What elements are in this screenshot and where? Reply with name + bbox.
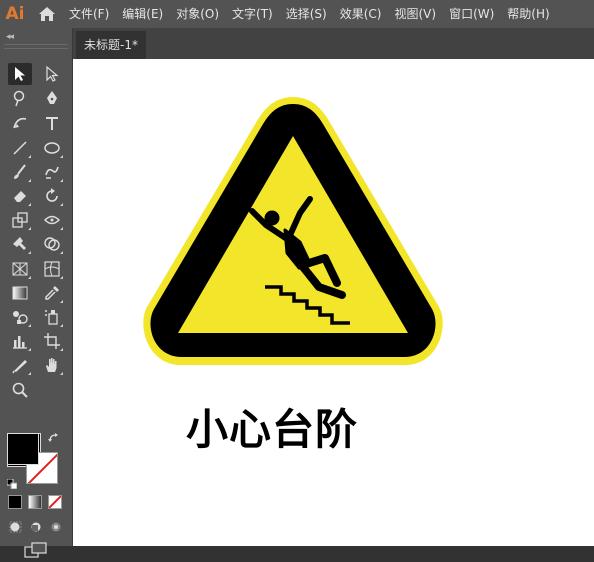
artboard-tool-icon[interactable] (40, 330, 64, 352)
menu-view[interactable]: 视图(V) (389, 0, 444, 28)
perspective-grid-tool-icon[interactable] (8, 258, 32, 280)
column-graph-tool-icon[interactable] (8, 330, 32, 352)
direct-selection-tool-icon[interactable] (40, 63, 64, 85)
rotate-tool-icon[interactable] (40, 185, 64, 207)
shape-builder-tool-icon[interactable] (40, 233, 64, 255)
color-mode-button[interactable] (8, 495, 22, 509)
mesh-tool-icon[interactable] (40, 258, 64, 280)
tools-panel: ◂◂ (0, 28, 73, 558)
menu-type[interactable]: 文字(T) (227, 0, 281, 28)
width-tool-icon[interactable] (40, 209, 64, 231)
menu-window[interactable]: 窗口(W) (444, 0, 502, 28)
draw-normal-icon[interactable] (8, 520, 24, 534)
draw-inside-icon[interactable] (48, 520, 64, 534)
slice-tool-icon[interactable] (8, 354, 32, 376)
symbol-sprayer-tool-icon[interactable] (40, 306, 64, 328)
zoom-tool-icon[interactable] (8, 379, 32, 401)
artboard-canvas[interactable]: 小心台阶 (73, 59, 594, 546)
slippery-steps-warning-sign[interactable] (139, 93, 447, 369)
gradient-mode-button[interactable] (28, 495, 42, 509)
document-tab-bar: 未标题-1* (73, 28, 594, 59)
menu-object[interactable]: 对象(O) (171, 0, 227, 28)
menu-bar: Ai 文件(F) 编辑(E) 对象(O) 文字(T) 选择(S) 效果(C) 视… (0, 0, 594, 28)
document-tab[interactable]: 未标题-1* (76, 31, 146, 59)
collapse-panel-icon[interactable]: ◂◂ (6, 32, 14, 42)
eyedropper-tool-icon[interactable] (40, 282, 64, 304)
swap-fill-stroke-icon[interactable] (48, 432, 60, 447)
home-icon[interactable] (30, 0, 64, 28)
draw-behind-icon[interactable] (28, 520, 44, 534)
hand-tool-icon[interactable] (40, 354, 64, 376)
fill-color-swatch-front[interactable] (7, 433, 39, 465)
ellipse-tool-icon[interactable] (40, 137, 64, 159)
app-logo: Ai (5, 4, 25, 24)
magic-wand-tool-icon[interactable] (8, 87, 32, 109)
menu-file[interactable]: 文件(F) (64, 0, 117, 28)
menu-edit[interactable]: 编辑(E) (117, 0, 171, 28)
line-segment-tool-icon[interactable] (8, 137, 32, 159)
pen-tool-icon[interactable] (40, 87, 64, 109)
scale-tool-icon[interactable] (8, 209, 32, 231)
selection-tool-icon[interactable] (8, 63, 32, 85)
eraser-tool-icon[interactable] (8, 185, 32, 207)
sign-caption[interactable]: 小心台阶 (186, 396, 386, 457)
menu-help[interactable]: 帮助(H) (502, 0, 557, 28)
none-mode-button[interactable] (48, 495, 62, 509)
shaper-tool-icon[interactable] (40, 161, 64, 183)
blend-tool-icon[interactable] (8, 306, 32, 328)
menu-select[interactable]: 选择(S) (281, 0, 335, 28)
default-fill-stroke-icon[interactable] (6, 474, 18, 490)
paintbrush-tool-icon[interactable] (8, 161, 32, 183)
type-tool-icon[interactable] (40, 112, 64, 134)
screen-mode-icon[interactable] (24, 542, 48, 558)
gradient-tool-icon[interactable] (8, 282, 32, 304)
curvature-tool-icon[interactable] (8, 112, 32, 134)
puppet-warp-tool-icon[interactable] (8, 233, 32, 255)
menu-effect[interactable]: 效果(C) (335, 0, 390, 28)
panel-grip[interactable] (4, 44, 68, 49)
